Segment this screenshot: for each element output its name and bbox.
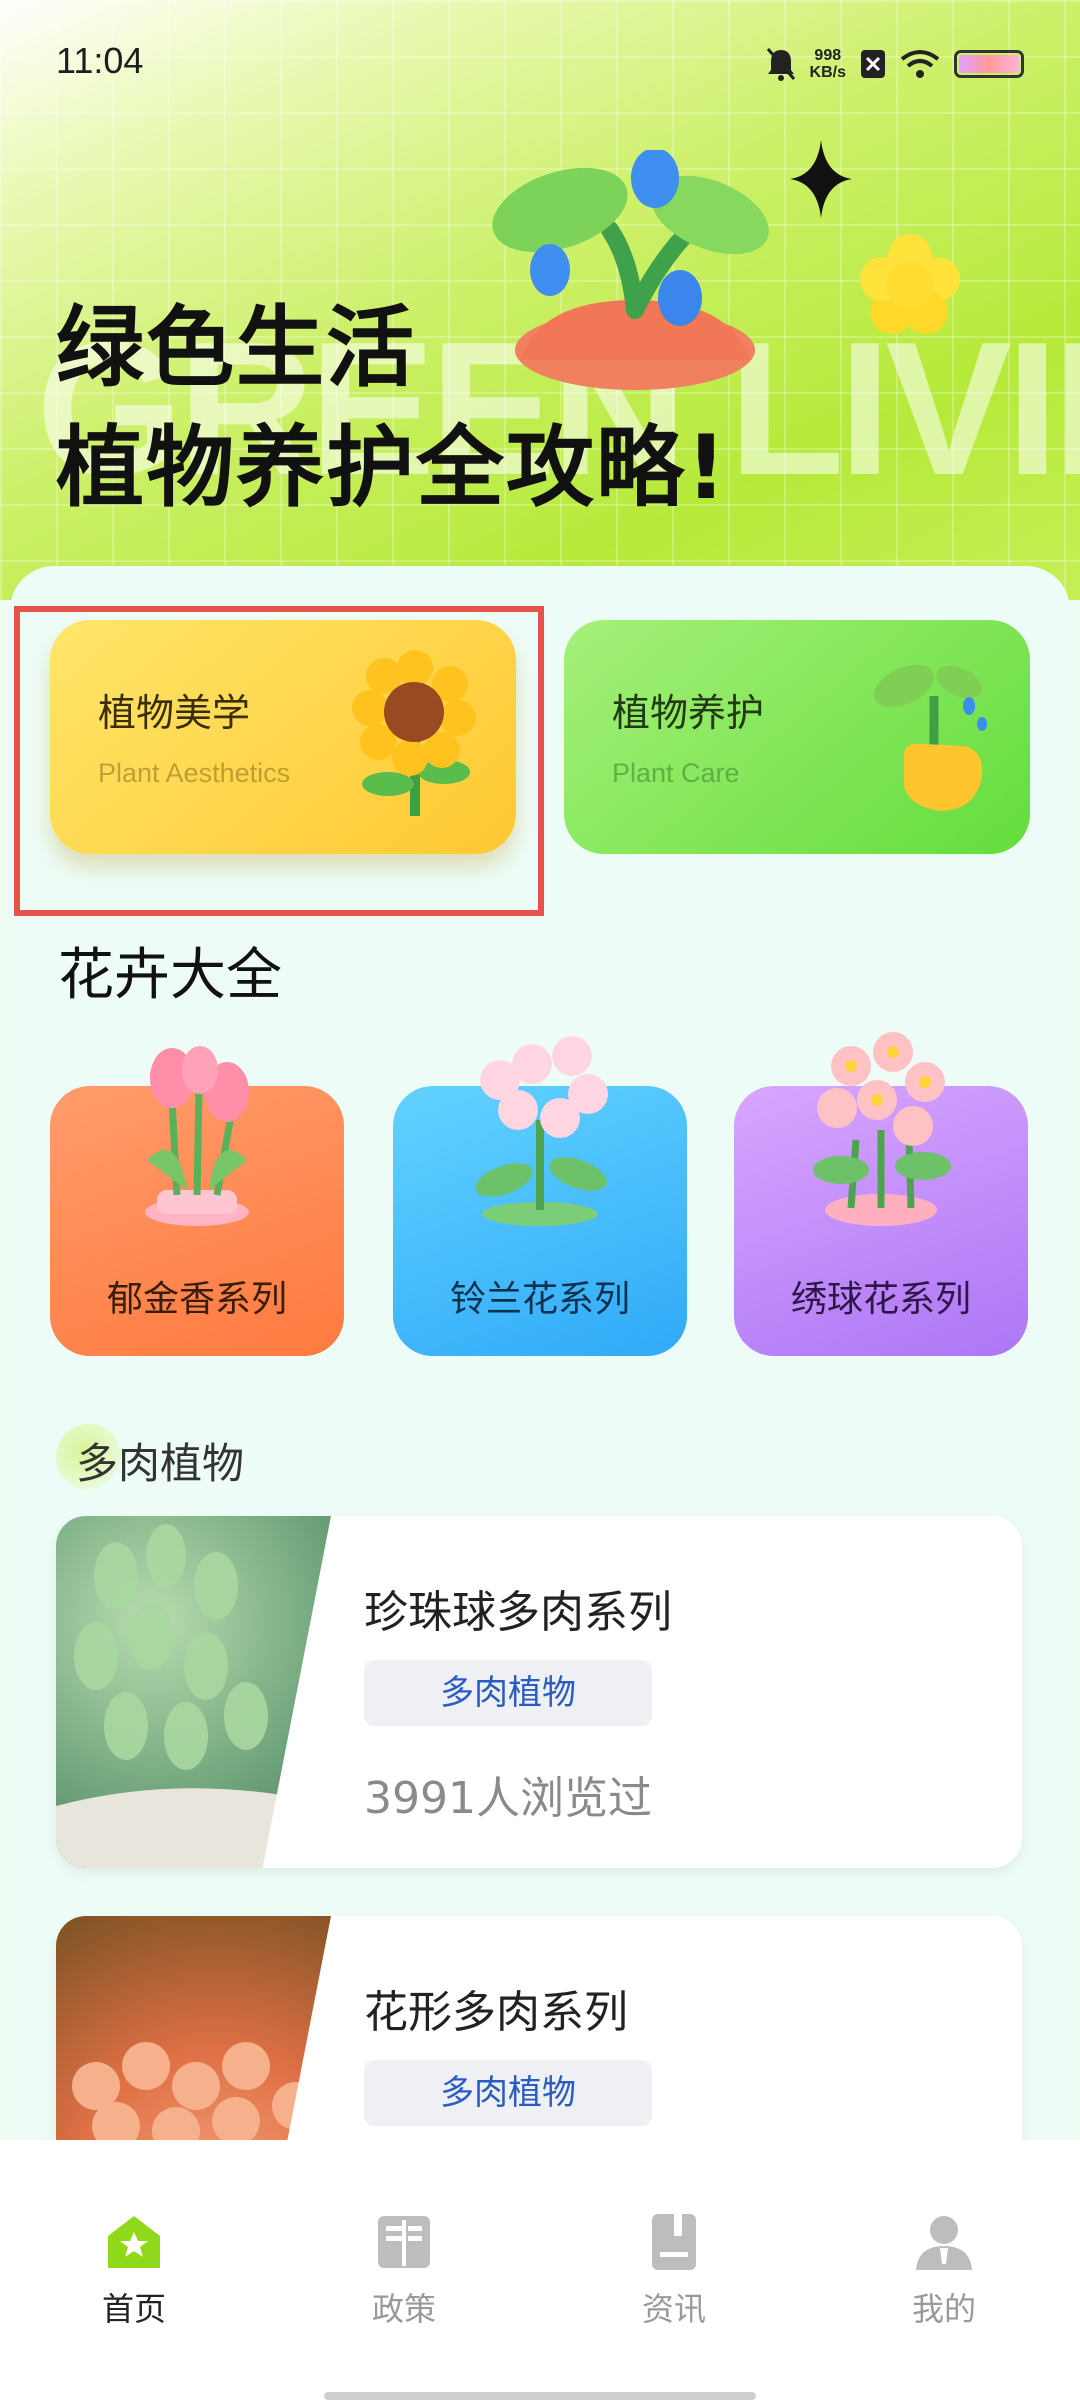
nav-policy[interactable]: 政策 (324, 2212, 484, 2330)
item-tag: 多肉植物 (364, 1660, 652, 1726)
nav-news[interactable]: 资讯 (594, 2212, 754, 2330)
item-title: 花形多肉系列 (364, 1987, 628, 2038)
nav-label: 政策 (371, 2290, 436, 2328)
category-lily-of-valley[interactable]: 铃兰花系列 (393, 1036, 687, 1356)
category-tulip[interactable]: 郁金香系列 (50, 1046, 344, 1356)
sparkle-icon (790, 140, 852, 218)
category-label: 铃兰花系列 (449, 1279, 630, 1320)
status-icons: 998 KB/s (766, 44, 1024, 84)
nav-label: 我的 (911, 2290, 976, 2328)
item-title: 珍珠球多肉系列 (364, 1587, 672, 1638)
home-indicator[interactable] (324, 2392, 756, 2400)
net-speed-value: 998 (814, 47, 842, 64)
battery-icon (954, 50, 1024, 78)
hero-title-line2: 植物养护全攻略! (56, 416, 729, 519)
tulip-icon (145, 1046, 249, 1226)
plant-care-card[interactable]: 植物养护 Plant Care (564, 620, 1030, 854)
net-speed: 998 KB/s (810, 47, 846, 81)
nav-label: 首页 (101, 2290, 166, 2328)
home-icon (108, 2216, 160, 2268)
hero-title-line1: 绿色生活 (56, 296, 417, 399)
hero-title: 绿色生活 植物养护全攻略! (56, 288, 728, 528)
status-bar: 11:04 998 KB/s (0, 0, 1080, 120)
hand-sprout-icon (874, 664, 987, 811)
document-icon (652, 2214, 696, 2270)
nav-label: 资讯 (641, 2290, 706, 2328)
user-icon (916, 2216, 972, 2270)
net-speed-unit: KB/s (809, 64, 846, 81)
category-hydrangea[interactable]: 绣球花系列 (734, 1032, 1028, 1356)
selection-highlight (14, 606, 544, 916)
bell-muted-icon (766, 48, 795, 81)
card-title: 植物养护 (612, 691, 765, 735)
item-views: 3991人浏览过 (364, 1773, 652, 1824)
status-time: 11:04 (56, 40, 144, 81)
category-label: 郁金香系列 (106, 1279, 287, 1320)
book-icon (378, 2216, 430, 2268)
nav-home[interactable]: 首页 (54, 2212, 214, 2330)
flower-star-icon (860, 234, 960, 334)
wifi-icon (900, 50, 940, 78)
sim-x-icon (861, 50, 885, 78)
card-subtitle: Plant Care (612, 758, 740, 788)
nav-mine[interactable]: 我的 (864, 2212, 1024, 2330)
item-tag: 多肉植物 (364, 2060, 652, 2126)
bottom-nav: 首页 政策 资讯 我的 (0, 2140, 1080, 2408)
hydrangea-icon (813, 1032, 951, 1226)
list-item[interactable]: 珍珠球多肉系列 多肉植物 3991人浏览过 (56, 1516, 1022, 1868)
flowers-section-title: 花卉大全 (58, 943, 282, 1008)
succulents-section-title: 多肉植物 (76, 1439, 245, 1488)
lily-of-valley-icon (475, 1036, 608, 1226)
category-label: 绣球花系列 (790, 1279, 971, 1320)
